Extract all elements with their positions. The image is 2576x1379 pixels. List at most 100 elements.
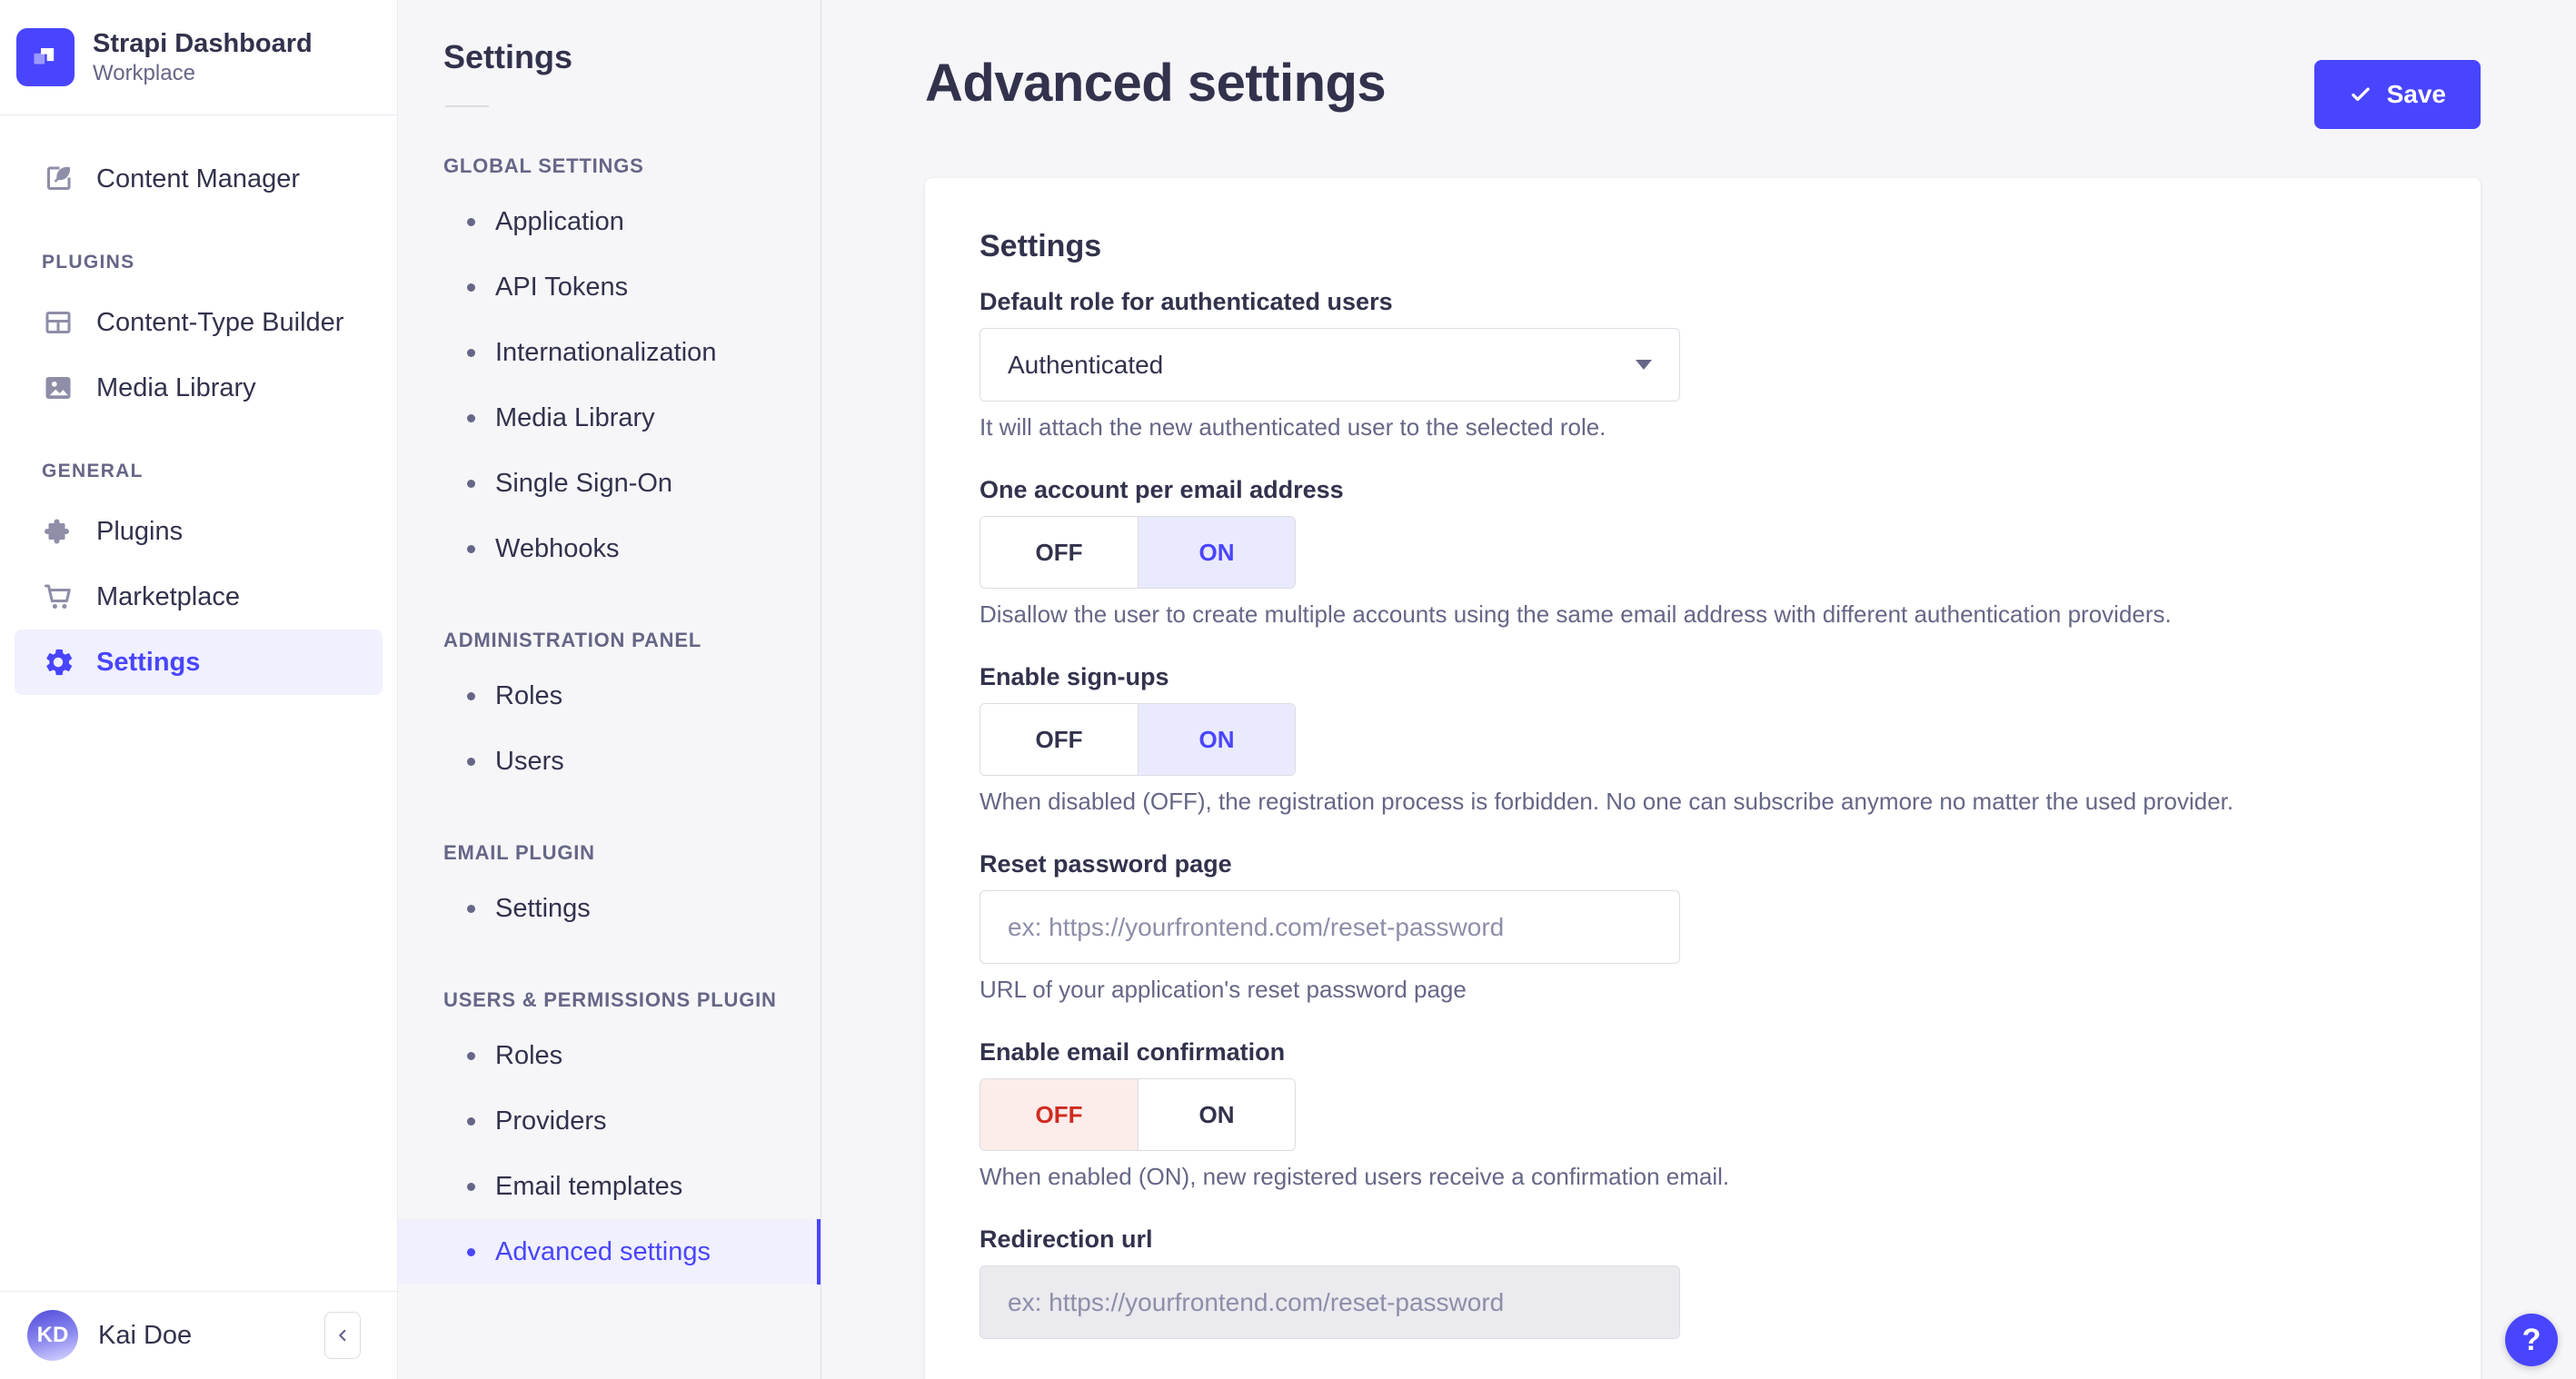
subnav-item-label: Advanced settings [495, 1236, 711, 1266]
sidebar-item-settings[interactable]: Settings [15, 630, 383, 695]
sidebar-item-content-type-builder[interactable]: Content-Type Builder [15, 290, 383, 355]
subnav-item-admin-users[interactable]: Users [398, 729, 821, 794]
sign-ups-toggle: OFF ON [980, 703, 1296, 776]
subnav-item-advanced-settings[interactable]: Advanced settings [398, 1219, 821, 1285]
subnav-item-label: Webhooks [495, 533, 620, 563]
check-icon [2351, 87, 2370, 102]
subnav-section-email-plugin: EMAIL PLUGIN [443, 841, 595, 864]
toggle-on-option[interactable]: ON [1138, 1079, 1295, 1150]
subnav-item-api-tokens[interactable]: API Tokens [398, 254, 821, 320]
sidebar-item-label: Media Library [96, 372, 256, 402]
field-one-account: One account per email address OFF ON Dis… [980, 474, 2426, 629]
subnav-item-up-roles[interactable]: Roles [398, 1023, 821, 1088]
subnav-section-users-permissions-plugin: USERS & PERMISSIONS PLUGIN [443, 988, 777, 1011]
feather-icon [47, 166, 71, 190]
save-button-label: Save [2386, 80, 2446, 108]
field-label: Enable email confirmation [980, 1038, 1286, 1066]
subnav-item-email-templates[interactable]: Email templates [398, 1154, 821, 1219]
layout-icon [45, 312, 71, 333]
subnav-section-administration-panel: ADMINISTRATION PANEL [443, 629, 702, 651]
primary-sidebar: Strapi Dashboard Workplace Content Manag… [0, 0, 398, 1379]
bullet-icon [467, 1247, 475, 1256]
sidebar-item-content-manager[interactable]: Content Manager [15, 146, 383, 212]
main-content: Advanced settings Save Settings Default … [821, 0, 2576, 1379]
workspace-name: Workplace [93, 61, 195, 85]
gear-icon [46, 649, 73, 676]
bullet-icon [467, 1051, 475, 1060]
page-title: Advanced settings [925, 54, 1387, 113]
toggle-on-option[interactable]: ON [1138, 517, 1295, 588]
redirection-url-input [980, 1265, 1680, 1339]
cart-icon [45, 584, 71, 610]
sidebar-section-general: GENERAL [42, 461, 144, 481]
subnav-item-label: Media Library [495, 402, 655, 432]
field-label: One account per email address [980, 476, 1344, 503]
select-value: Authenticated [1008, 350, 1164, 379]
subnav-item-media-library[interactable]: Media Library [398, 385, 821, 451]
subnav-item-label: Roles [495, 1040, 563, 1070]
sidebar-footer: KD Kai Doe [0, 1291, 397, 1379]
field-label: Enable sign-ups [980, 663, 1169, 690]
field-sign-ups: Enable sign-ups OFF ON When disabled (OF… [980, 661, 2426, 816]
subnav-item-providers[interactable]: Providers [398, 1088, 821, 1154]
save-button[interactable]: Save [2313, 60, 2481, 129]
card-title: Settings [980, 229, 1102, 263]
field-reset-password: Reset password page URL of your applicat… [980, 848, 2426, 1004]
subnav-item-label: Email templates [495, 1171, 683, 1201]
field-hint: When enabled (ON), new registered users … [980, 1163, 1730, 1190]
sidebar-item-label: Content Manager [96, 164, 301, 193]
picture-icon [45, 377, 71, 399]
divider [445, 105, 489, 107]
one-account-toggle: OFF ON [980, 516, 1296, 589]
field-hint: It will attach the new authenticated use… [980, 413, 1606, 441]
field-redirection-url: Redirection url [980, 1224, 2426, 1339]
field-default-role: Default role for authenticated users Aut… [980, 286, 2426, 441]
subnav-item-internationalization[interactable]: Internationalization [398, 320, 821, 385]
bullet-icon [467, 544, 475, 553]
subnav-item-label: Application [495, 206, 624, 236]
field-hint: When disabled (OFF), the registration pr… [980, 788, 2234, 815]
subnav-item-label: Internationalization [495, 337, 717, 367]
subnav-item-label: Providers [495, 1106, 607, 1136]
sidebar-item-label: Plugins [96, 516, 184, 546]
bullet-icon [467, 1116, 475, 1126]
field-label: Redirection url [980, 1225, 1153, 1253]
bullet-icon [467, 283, 475, 292]
field-label: Default role for authenticated users [980, 288, 1393, 315]
subnav-title: Settings [443, 38, 573, 75]
field-email-confirmation: Enable email confirmation OFF ON When en… [980, 1037, 2426, 1191]
reset-password-input[interactable] [980, 890, 1680, 964]
help-button[interactable]: ? [2505, 1314, 2558, 1366]
sidebar-item-label: Marketplace [96, 581, 240, 611]
bullet-icon [467, 904, 475, 913]
bullet-icon [467, 217, 475, 226]
user-name[interactable]: Kai Doe [98, 1321, 192, 1351]
toggle-off-option[interactable]: OFF [980, 517, 1138, 588]
settings-card: Settings Default role for authenticated … [925, 178, 2481, 1379]
sidebar-item-media-library[interactable]: Media Library [15, 355, 383, 421]
subnav-item-label: Users [495, 746, 564, 776]
sidebar-item-label: Content-Type Builder [96, 307, 344, 337]
default-role-select[interactable]: Authenticated [980, 328, 1680, 402]
sidebar-item-label: Settings [96, 647, 201, 677]
sidebar-item-plugins[interactable]: Plugins [15, 499, 383, 564]
subnav-item-admin-roles[interactable]: Roles [398, 663, 821, 729]
toggle-on-option[interactable]: ON [1138, 704, 1295, 775]
subnav-item-email-settings[interactable]: Settings [398, 876, 821, 941]
puzzle-icon [45, 519, 69, 544]
app-title: Strapi Dashboard [93, 29, 313, 58]
toggle-off-option[interactable]: OFF [980, 1079, 1138, 1150]
bullet-icon [467, 413, 475, 422]
sidebar-item-marketplace[interactable]: Marketplace [15, 564, 383, 630]
subnav-item-webhooks[interactable]: Webhooks [398, 516, 821, 581]
subnav-section-global-settings: GLOBAL SETTINGS [443, 154, 644, 177]
field-label: Reset password page [980, 850, 1232, 878]
brand-text: Strapi Dashboard Workplace [93, 27, 313, 87]
subnav-item-application[interactable]: Application [398, 189, 821, 254]
subnav-item-label: Roles [495, 680, 563, 710]
subnav-item-single-sign-on[interactable]: Single Sign-On [398, 451, 821, 516]
toggle-off-option[interactable]: OFF [980, 704, 1138, 775]
sidebar-nav: Content Manager PLUGINS Content-Type Bui… [0, 115, 397, 1291]
avatar[interactable]: KD [27, 1310, 78, 1361]
collapse-sidebar-button[interactable] [324, 1312, 361, 1359]
